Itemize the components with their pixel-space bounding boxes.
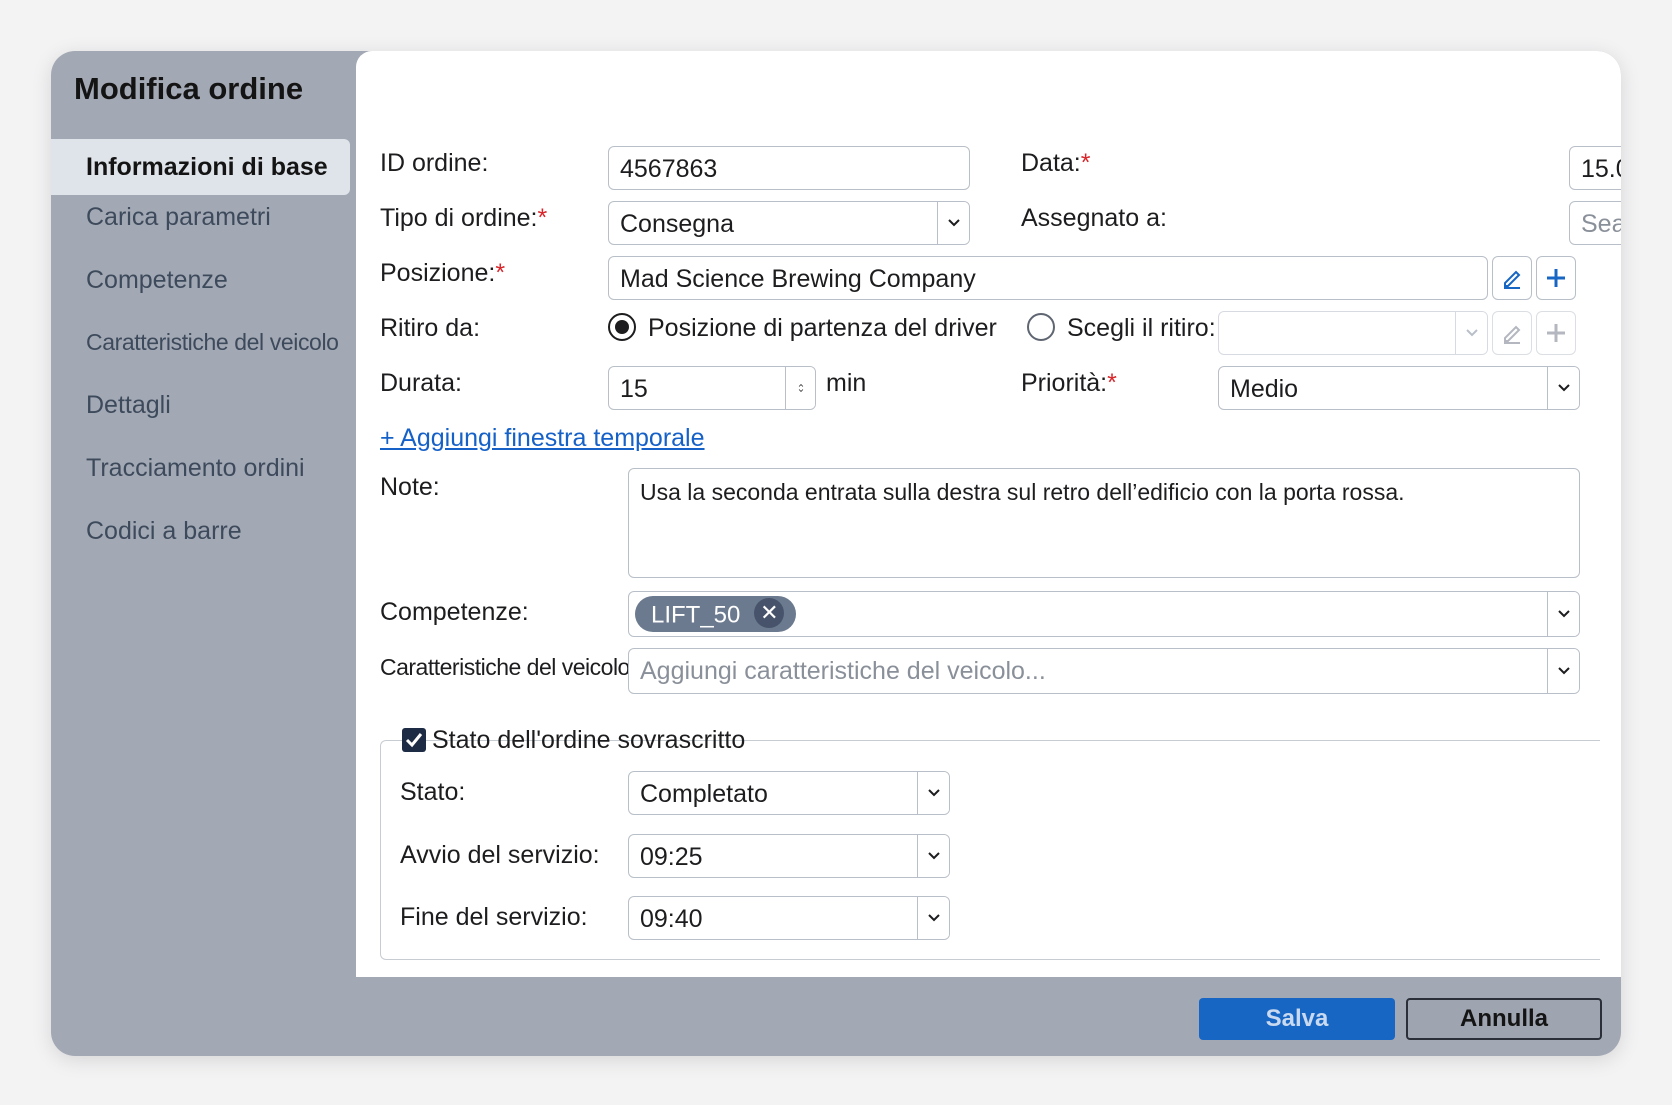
priority-select[interactable]: Medio (1218, 366, 1580, 410)
sidebar-item-competenze[interactable]: Competenze (86, 266, 386, 295)
pickup-choose-label[interactable]: Scegli il ritiro: (1067, 314, 1216, 343)
order-id-input[interactable]: 4567863 (608, 146, 970, 190)
order-id-label: ID ordine: (380, 149, 489, 177)
add-time-window-link[interactable]: + Aggiungi finestra temporale (380, 424, 705, 453)
plus-icon (1547, 324, 1565, 342)
sidebar-item-tracciamento-ordini[interactable]: Tracciamento ordini (86, 454, 386, 483)
chevron-down-icon (1547, 367, 1579, 409)
sidebar-item-caratteristiche-veicolo[interactable]: Caratteristiche del veicolo (86, 329, 386, 356)
remove-tag-icon[interactable]: ✕ (754, 598, 785, 628)
required-marker: * (1107, 369, 1117, 397)
required-marker: * (537, 204, 548, 232)
status-label: Stato: (400, 778, 466, 806)
assigned-to-label: Assegnato a: (1021, 204, 1167, 232)
chevron-down-icon (1547, 649, 1579, 693)
position-label: Posizione:* (380, 259, 506, 287)
save-button[interactable]: Salva (1199, 998, 1395, 1040)
duration-unit: min (826, 369, 867, 397)
date-value: 15.04.2024 (1581, 155, 1621, 183)
pickup-driver-label[interactable]: Posizione di partenza del driver (648, 314, 997, 343)
cancel-button[interactable]: Annulla (1406, 998, 1602, 1040)
skills-label: Competenze: (380, 598, 529, 626)
duration-label: Durata: (380, 369, 462, 397)
sidebar-item-dettagli[interactable]: Dettagli (86, 391, 386, 420)
order-type-label: Tipo di ordine:* (380, 204, 548, 232)
priority-label: Priorità:* (1021, 369, 1117, 397)
skill-tag-label: LIFT_50 (651, 601, 741, 629)
service-start-label: Avvio del servizio: (400, 841, 600, 869)
sidebar-item-informazioni-di-base[interactable]: Informazioni di base (51, 139, 350, 195)
add-pickup-button[interactable] (1536, 311, 1576, 355)
required-marker: * (495, 259, 506, 287)
chevron-down-icon (937, 202, 969, 244)
override-status-legend-text: Stato dell'ordine sovrascritto (432, 726, 746, 754)
assigned-to-placeholder: Search drivers by name or ser (1581, 210, 1621, 238)
add-position-button[interactable] (1536, 256, 1576, 300)
pickup-select[interactable] (1218, 311, 1488, 355)
order-type-select[interactable]: Consegna (608, 201, 970, 245)
sidebar-item-codici-a-barre[interactable]: Codici a barre (86, 517, 386, 546)
sidebar-item-carica-parametri[interactable]: Carica parametri (86, 203, 386, 232)
pencil-icon (1504, 270, 1521, 289)
date-label: Data:* (1021, 149, 1091, 177)
notes-textarea[interactable]: Usa la seconda entrata sulla destra sul … (628, 468, 1580, 578)
pickup-label: Ritiro da: (380, 314, 481, 342)
duration-value: 15 (620, 375, 648, 403)
position-input[interactable]: Mad Science Brewing Company (608, 256, 1488, 300)
checkmark-icon (405, 733, 423, 748)
order-type-value: Consegna (620, 210, 734, 238)
chevron-down-icon (1547, 592, 1579, 636)
service-end-select[interactable]: 09:40 (628, 896, 950, 940)
chevron-down-icon (917, 772, 949, 814)
skill-tag: LIFT_50 ✕ (635, 596, 797, 632)
override-status-legend[interactable]: Stato dell'ordine sovrascritto (402, 726, 745, 758)
status-value: Completato (640, 780, 768, 808)
notes-label: Note: (380, 473, 440, 501)
sidebar-item-label: Informazioni di base (86, 153, 328, 181)
override-status-checkbox[interactable] (402, 728, 426, 752)
priority-value: Medio (1230, 375, 1299, 403)
service-end-label: Fine del servizio: (400, 903, 588, 931)
service-end-value: 09:40 (640, 905, 703, 933)
vehicle-features-multiselect[interactable]: Aggiungi caratteristiche del veicolo... (628, 648, 1580, 694)
pickup-driver-radio[interactable] (608, 313, 636, 341)
stepper-arrows-icon[interactable] (785, 367, 815, 409)
date-input[interactable]: 15.04.2024 (1569, 146, 1621, 190)
duration-stepper[interactable]: 15 (608, 366, 816, 410)
edit-position-button[interactable] (1492, 256, 1532, 300)
required-marker: * (1080, 149, 1091, 177)
vehicle-features-placeholder: Aggiungi caratteristiche del veicolo... (640, 657, 1046, 685)
plus-icon (1547, 269, 1565, 287)
edit-order-dialog: Modifica ordine Informazioni di base Car… (51, 51, 1621, 1056)
chevron-down-icon (917, 835, 949, 877)
dialog-title: Modifica ordine (74, 71, 304, 106)
edit-pickup-button[interactable] (1492, 311, 1532, 355)
service-start-select[interactable]: 09:25 (628, 834, 950, 878)
chevron-down-icon (917, 897, 949, 939)
assigned-to-search[interactable]: Search drivers by name or ser (1569, 201, 1621, 245)
chevron-down-icon (1455, 312, 1487, 354)
pickup-choose-radio[interactable] (1027, 313, 1055, 341)
service-start-value: 09:25 (640, 843, 703, 871)
form-panel: ID ordine: 4567863 Data:* 15.04.2024 Tip… (356, 51, 1621, 977)
status-select[interactable]: Completato (628, 771, 950, 815)
vehicle-features-label: Caratteristiche del veicolo: (380, 654, 636, 680)
pencil-icon (1504, 325, 1521, 344)
